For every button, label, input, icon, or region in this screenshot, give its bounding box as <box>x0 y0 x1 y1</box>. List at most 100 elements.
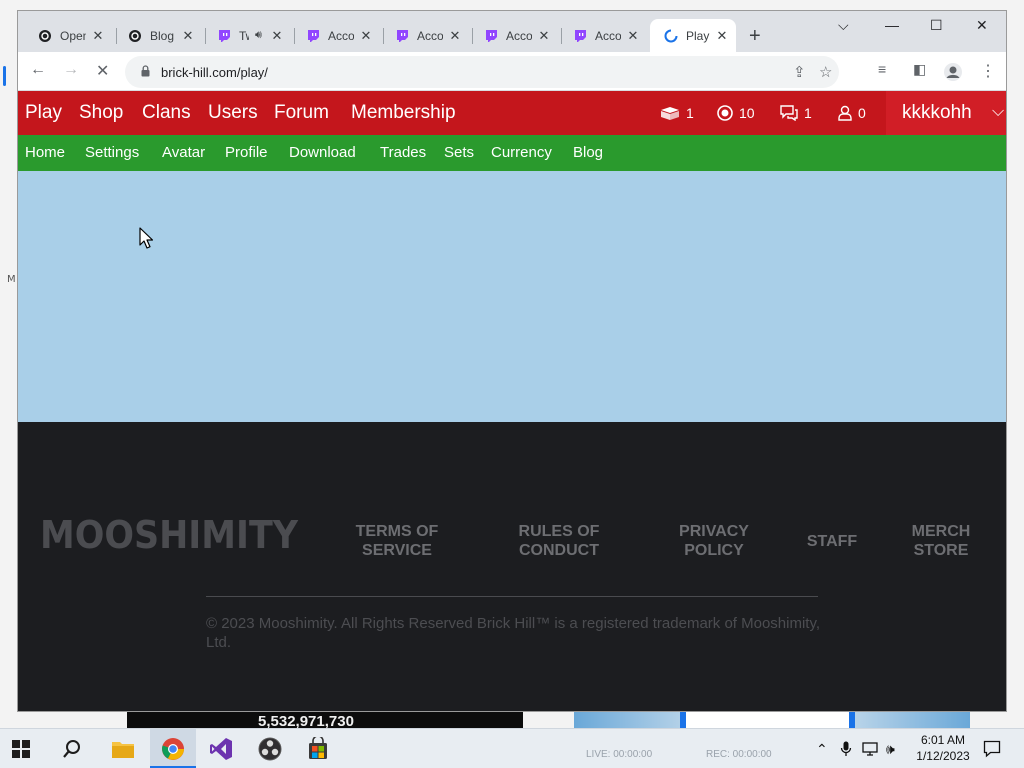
side-panel-icon[interactable]: ◧ <box>913 61 926 78</box>
obs-icon[interactable] <box>258 737 282 761</box>
microphone-icon[interactable] <box>840 741 852 757</box>
minimize-button[interactable]: — <box>885 17 899 33</box>
show-hidden-icons-chevron-icon[interactable]: ⌃ <box>816 741 828 758</box>
clock-date: 1/12/2023 <box>916 749 970 763</box>
tab-label: Blog <box>150 28 175 43</box>
tab-blog[interactable]: Blog ✕ <box>114 19 202 52</box>
tab-label: Account <box>328 28 354 43</box>
browser-toolbar: ← → ✕ brick-hill.com/play/ ⇪ ☆ ≡ ◧ ⋮ <box>18 52 1006 91</box>
footer-link-terms[interactable]: TERMS OF SERVICE <box>342 522 452 560</box>
ghost-rec-text: REC: 00:00:00 <box>706 749 772 760</box>
browser-window: OpenAI ✕ Blog ✕ Twitch 🔊︎ ✕ Account ✕ Ac… <box>17 10 1007 712</box>
nav-forum[interactable]: Forum <box>274 102 329 124</box>
footer-copyright: © 2023 Mooshimity. All Rights Reserved B… <box>206 615 821 651</box>
tab-label: OpenAI <box>60 28 86 43</box>
tab-label: Account <box>417 28 443 43</box>
footer-link-line: CONDUCT <box>519 542 599 559</box>
nav-clans[interactable]: Clans <box>142 102 191 124</box>
twitch-icon <box>397 29 408 42</box>
microsoft-store-icon[interactable] <box>306 737 330 761</box>
file-explorer-icon[interactable] <box>111 737 135 761</box>
close-icon[interactable]: ✕ <box>625 28 641 44</box>
ghost-live-text: LIVE: 00:00:00 <box>586 749 653 760</box>
site-sub-nav: Home Settings Avatar Profile Download Tr… <box>18 135 1006 171</box>
search-icon[interactable] <box>62 739 82 759</box>
visual-studio-icon[interactable] <box>209 737 233 761</box>
tab-account-2[interactable]: Account ✕ <box>381 19 469 52</box>
footer-link-staff[interactable]: STAFF <box>792 532 872 551</box>
footer-divider <box>206 596 818 597</box>
profile-avatar-icon[interactable] <box>943 62 963 82</box>
volume-icon[interactable]: 🕪︎ <box>886 741 895 758</box>
close-icon[interactable]: ✕ <box>358 28 374 44</box>
messages-count: 1 <box>804 105 812 121</box>
messages-counter[interactable]: 1 <box>780 105 812 121</box>
site-top-nav: Play Shop Clans Users Forum Membership 1… <box>18 91 1006 135</box>
back-button[interactable]: ← <box>30 61 46 79</box>
subnav-download[interactable]: Download <box>289 144 356 161</box>
openai-icon <box>129 29 141 42</box>
subnav-blog[interactable]: Blog <box>573 144 603 161</box>
network-icon[interactable] <box>862 741 878 757</box>
close-icon[interactable]: ✕ <box>447 28 463 44</box>
footer-link-line: MERCH <box>911 523 971 540</box>
tab-strip: OpenAI ✕ Blog ✕ Twitch 🔊︎ ✕ Account ✕ Ac… <box>18 11 1006 52</box>
new-tab-button[interactable]: + <box>749 25 761 48</box>
bucks-counter[interactable]: 10 <box>717 105 755 121</box>
subnav-trades[interactable]: Trades <box>380 144 426 161</box>
tab-twitch[interactable]: Twitch 🔊︎ ✕ <box>203 19 291 52</box>
site-footer: MOOSHIMITY TERMS OF SERVICE RULES OF CON… <box>18 422 1006 711</box>
system-clock[interactable]: 6:01 AM 1/12/2023 <box>912 732 974 764</box>
user-dropdown[interactable]: kkkkohh ⌵ <box>886 91 1006 135</box>
close-icon[interactable]: ✕ <box>714 28 730 44</box>
close-icon[interactable]: ✕ <box>90 28 106 44</box>
tab-play-active[interactable]: Play ✕ <box>650 19 736 52</box>
nav-shop[interactable]: Shop <box>79 102 123 124</box>
nav-users[interactable]: Users <box>208 102 258 124</box>
friend-requests-counter[interactable]: 0 <box>838 105 866 121</box>
maximize-button[interactable]: ☐ <box>930 17 943 34</box>
tab-openai[interactable]: OpenAI ✕ <box>24 19 112 52</box>
desktop-edge-marker <box>3 66 6 86</box>
openai-icon <box>39 29 51 42</box>
tab-account-4[interactable]: Account ✕ <box>559 19 647 52</box>
subnav-avatar[interactable]: Avatar <box>162 144 205 161</box>
stop-loading-button[interactable]: ✕ <box>96 61 109 81</box>
close-icon[interactable]: ✕ <box>180 28 196 44</box>
more-menu-icon[interactable]: ⋮ <box>980 61 996 81</box>
notifications-icon[interactable] <box>983 740 1001 758</box>
footer-link-rules[interactable]: RULES OF CONDUCT <box>504 522 614 560</box>
subnav-currency[interactable]: Currency <box>491 144 552 161</box>
twitch-icon <box>219 29 230 42</box>
lock-icon <box>141 65 150 77</box>
subnav-settings[interactable]: Settings <box>85 144 139 161</box>
subnav-profile[interactable]: Profile <box>225 144 268 161</box>
close-icon[interactable]: ✕ <box>536 28 552 44</box>
tab-label: Twitch <box>239 28 249 43</box>
footer-link-privacy[interactable]: PRIVACY POLICY <box>659 522 769 560</box>
media-control-icon[interactable]: ≡ <box>878 61 886 77</box>
mooshimity-logo[interactable]: MOOSHIMITY <box>38 508 300 556</box>
chrome-icon[interactable] <box>161 737 185 761</box>
share-icon[interactable]: ⇪ <box>793 63 806 81</box>
windows-start-icon[interactable] <box>12 740 30 758</box>
tab-account-1[interactable]: Account ✕ <box>292 19 380 52</box>
close-icon[interactable]: ✕ <box>269 28 285 44</box>
twitch-icon <box>308 29 319 42</box>
friend-request-icon <box>838 105 852 121</box>
footer-link-line: SERVICE <box>362 542 432 559</box>
bookmark-star-icon[interactable]: ☆ <box>819 63 832 81</box>
address-bar[interactable]: brick-hill.com/play/ ⇪ ☆ <box>125 56 839 88</box>
nav-play[interactable]: Play <box>25 102 62 124</box>
tab-search-chevron-icon[interactable]: ⌵ <box>838 17 849 34</box>
speaker-icon[interactable]: 🔊︎ <box>255 29 262 42</box>
subnav-home[interactable]: Home <box>25 144 65 161</box>
footer-link-merch[interactable]: MERCH STORE <box>896 522 986 560</box>
close-window-button[interactable]: ✕ <box>976 17 988 34</box>
crate-counter[interactable]: 1 <box>660 105 694 121</box>
url-text: brick-hill.com/play/ <box>161 65 268 80</box>
nav-membership[interactable]: Membership <box>351 102 456 124</box>
tab-account-3[interactable]: Account ✕ <box>470 19 558 52</box>
subnav-sets[interactable]: Sets <box>444 144 474 161</box>
forward-button[interactable]: → <box>63 61 79 79</box>
